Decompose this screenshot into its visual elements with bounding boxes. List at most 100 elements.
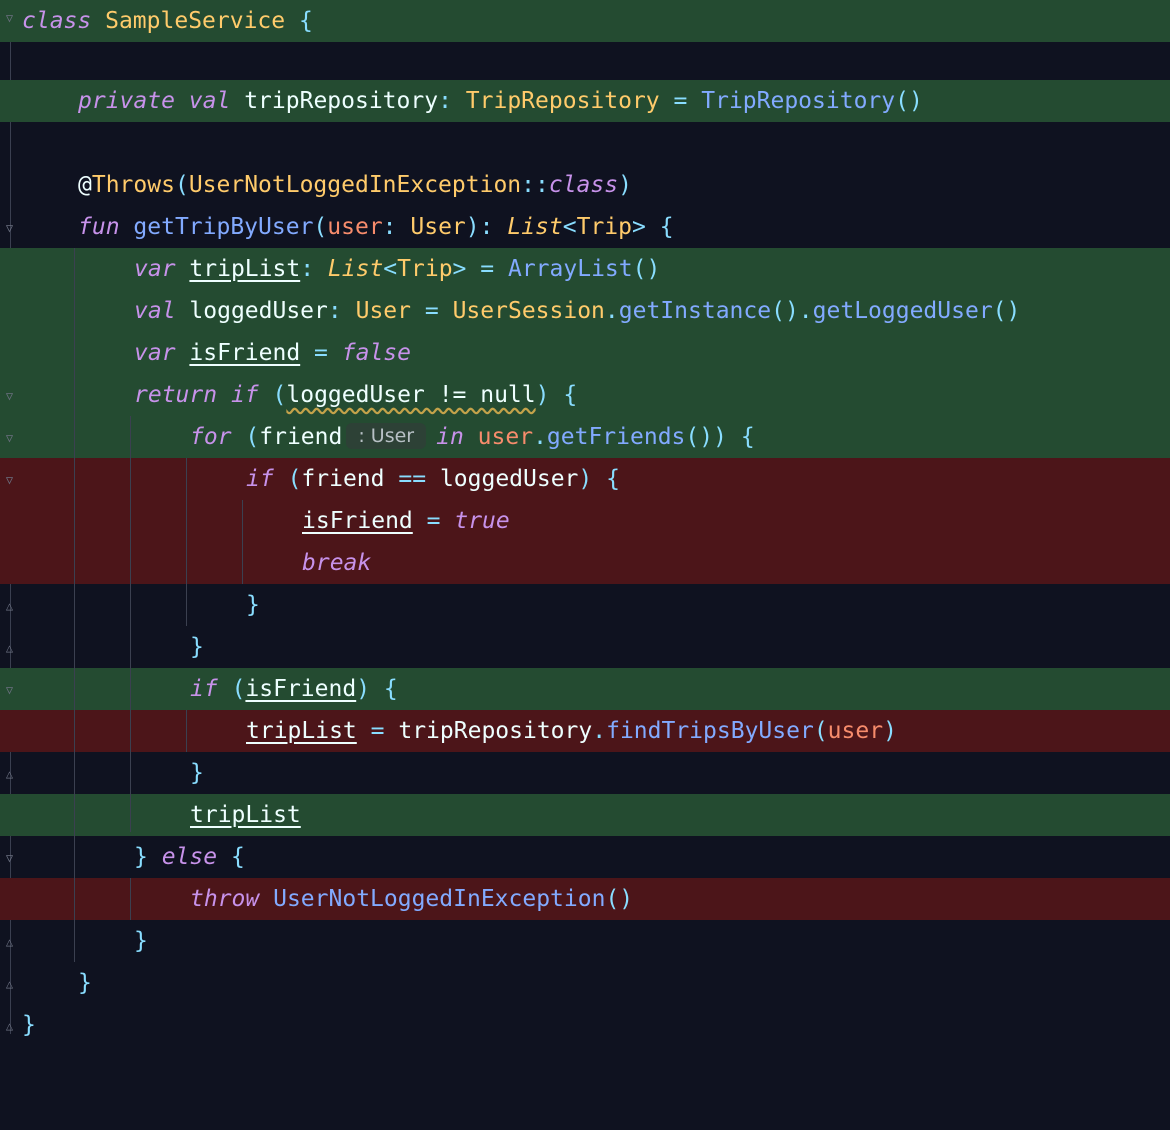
code-line-3[interactable]: private val tripRepository: TripReposito… <box>0 80 1170 122</box>
colon: : <box>382 214 397 240</box>
code-editor[interactable]: class SampleService { private val tripRe… <box>0 0 1170 1054</box>
variable-name: isFriend <box>189 340 301 366</box>
boolean-literal: true <box>454 508 510 534</box>
paren: ) <box>883 718 897 744</box>
code-line-20[interactable]: tripList <box>0 794 1170 836</box>
fold-marker-icon[interactable]: △ <box>3 600 16 613</box>
dot: . <box>592 718 607 744</box>
fold-marker-icon[interactable]: △ <box>3 768 16 781</box>
keyword: var <box>134 340 176 366</box>
code-line-9[interactable]: var isFriend = false <box>0 332 1170 374</box>
dot: . <box>798 298 813 324</box>
code-line-25[interactable]: } <box>0 1004 1170 1046</box>
keyword: for <box>190 424 232 450</box>
paren: ) <box>465 214 480 240</box>
brace: } <box>190 760 204 786</box>
code-line-13[interactable]: isFriend = true <box>0 500 1170 542</box>
method-call: getFriends <box>546 424 686 450</box>
paren: ) <box>535 382 550 408</box>
code-line-15[interactable]: } <box>0 584 1170 626</box>
type-name: List <box>507 214 563 240</box>
keyword: fun <box>78 214 120 240</box>
variable-name: loggedUser <box>439 466 579 492</box>
keyword: val <box>188 88 231 114</box>
variable-name: tripList <box>246 718 357 744</box>
operator: :: <box>521 172 549 198</box>
constructor-call: TripRepository <box>701 88 896 114</box>
brace: { <box>740 424 755 450</box>
fold-marker-icon[interactable]: ▽ <box>3 390 16 403</box>
angle: > <box>632 214 646 240</box>
brace: } <box>22 1012 36 1038</box>
keyword: return <box>134 382 218 408</box>
fold-marker-icon[interactable]: ▽ <box>3 852 16 865</box>
fold-marker-icon[interactable]: ▽ <box>3 12 16 25</box>
fold-marker-icon[interactable]: △ <box>3 642 16 655</box>
method-call: findTripsByUser <box>606 718 814 744</box>
paren: ( <box>231 676 246 702</box>
code-line-17[interactable]: if (isFriend) { <box>0 668 1170 710</box>
object-name: tripRepository <box>398 718 593 744</box>
method-call: getLoggedUser <box>812 298 993 324</box>
parameter: user <box>827 718 884 744</box>
operator: = <box>370 718 385 744</box>
paren: ( <box>174 172 189 198</box>
parens: () <box>632 256 661 282</box>
variable-name: friend <box>301 466 385 492</box>
fold-marker-icon[interactable]: △ <box>3 1020 16 1033</box>
object-name: UserSession <box>452 298 605 324</box>
property-name: tripRepository <box>244 88 439 114</box>
operator: = <box>673 88 688 114</box>
colon: : <box>438 88 452 114</box>
code-line-21[interactable]: } else { <box>0 836 1170 878</box>
parens: () <box>992 298 1021 324</box>
code-line-24[interactable]: } <box>0 962 1170 1004</box>
paren: ( <box>813 718 828 744</box>
warning-condition[interactable]: loggedUser != null <box>286 382 535 408</box>
angle: < <box>383 256 398 282</box>
fold-marker-icon[interactable]: △ <box>3 936 16 949</box>
fold-marker-icon[interactable]: ▽ <box>3 474 16 487</box>
keyword: private <box>78 88 175 114</box>
fold-marker-icon[interactable]: ▽ <box>3 222 16 235</box>
fold-marker-icon[interactable]: △ <box>3 978 16 991</box>
parens: ()) <box>685 424 727 450</box>
code-line-6[interactable]: fun getTripByUser(user: User): List<Trip… <box>0 206 1170 248</box>
variable-name: tripList <box>190 802 301 828</box>
operator: = <box>480 256 495 282</box>
code-line-11[interactable]: for (friend: User in user.getFriends()) { <box>0 416 1170 458</box>
code-line-5[interactable]: @Throws(UserNotLoggedInException::class) <box>0 164 1170 206</box>
paren: ) <box>578 466 593 492</box>
paren: ( <box>313 214 328 240</box>
type-name: Trip <box>576 214 632 240</box>
code-line-16[interactable]: } <box>0 626 1170 668</box>
code-line-23[interactable]: } <box>0 920 1170 962</box>
code-line-7[interactable]: var tripList: List<Trip> = ArrayList() <box>0 248 1170 290</box>
fold-marker-icon[interactable]: ▽ <box>3 684 16 697</box>
indent-guide <box>242 500 243 584</box>
paren: ) <box>356 676 371 702</box>
code-line-19[interactable]: } <box>0 752 1170 794</box>
fold-marker-icon[interactable]: ▽ <box>3 432 16 445</box>
code-line-8[interactable]: val loggedUser: User = UserSession.getIn… <box>0 290 1170 332</box>
code-line-1[interactable]: class SampleService { <box>0 0 1170 42</box>
code-line-18[interactable]: tripList = tripRepository.findTripsByUse… <box>0 710 1170 752</box>
type-name: List <box>327 256 384 282</box>
indent-guide <box>130 416 131 832</box>
boolean-literal: false <box>341 340 412 366</box>
keyword: class <box>548 172 619 198</box>
brace: { <box>659 214 674 240</box>
variable-name: loggedUser <box>189 298 328 324</box>
type-name: User <box>410 214 466 240</box>
parens: () <box>771 298 799 324</box>
operator: = <box>426 508 441 534</box>
code-line-14[interactable]: break <box>0 542 1170 584</box>
colon: : <box>327 298 342 324</box>
brace: } <box>190 634 204 660</box>
parameter: user <box>327 214 383 240</box>
code-line-22[interactable]: throw UserNotLoggedInException() <box>0 878 1170 920</box>
indent-guide <box>130 878 131 920</box>
angle: > <box>452 256 467 282</box>
code-line-12[interactable]: if (friend == loggedUser) { <box>0 458 1170 500</box>
code-line-10[interactable]: return if (loggedUser != null) { <box>0 374 1170 416</box>
